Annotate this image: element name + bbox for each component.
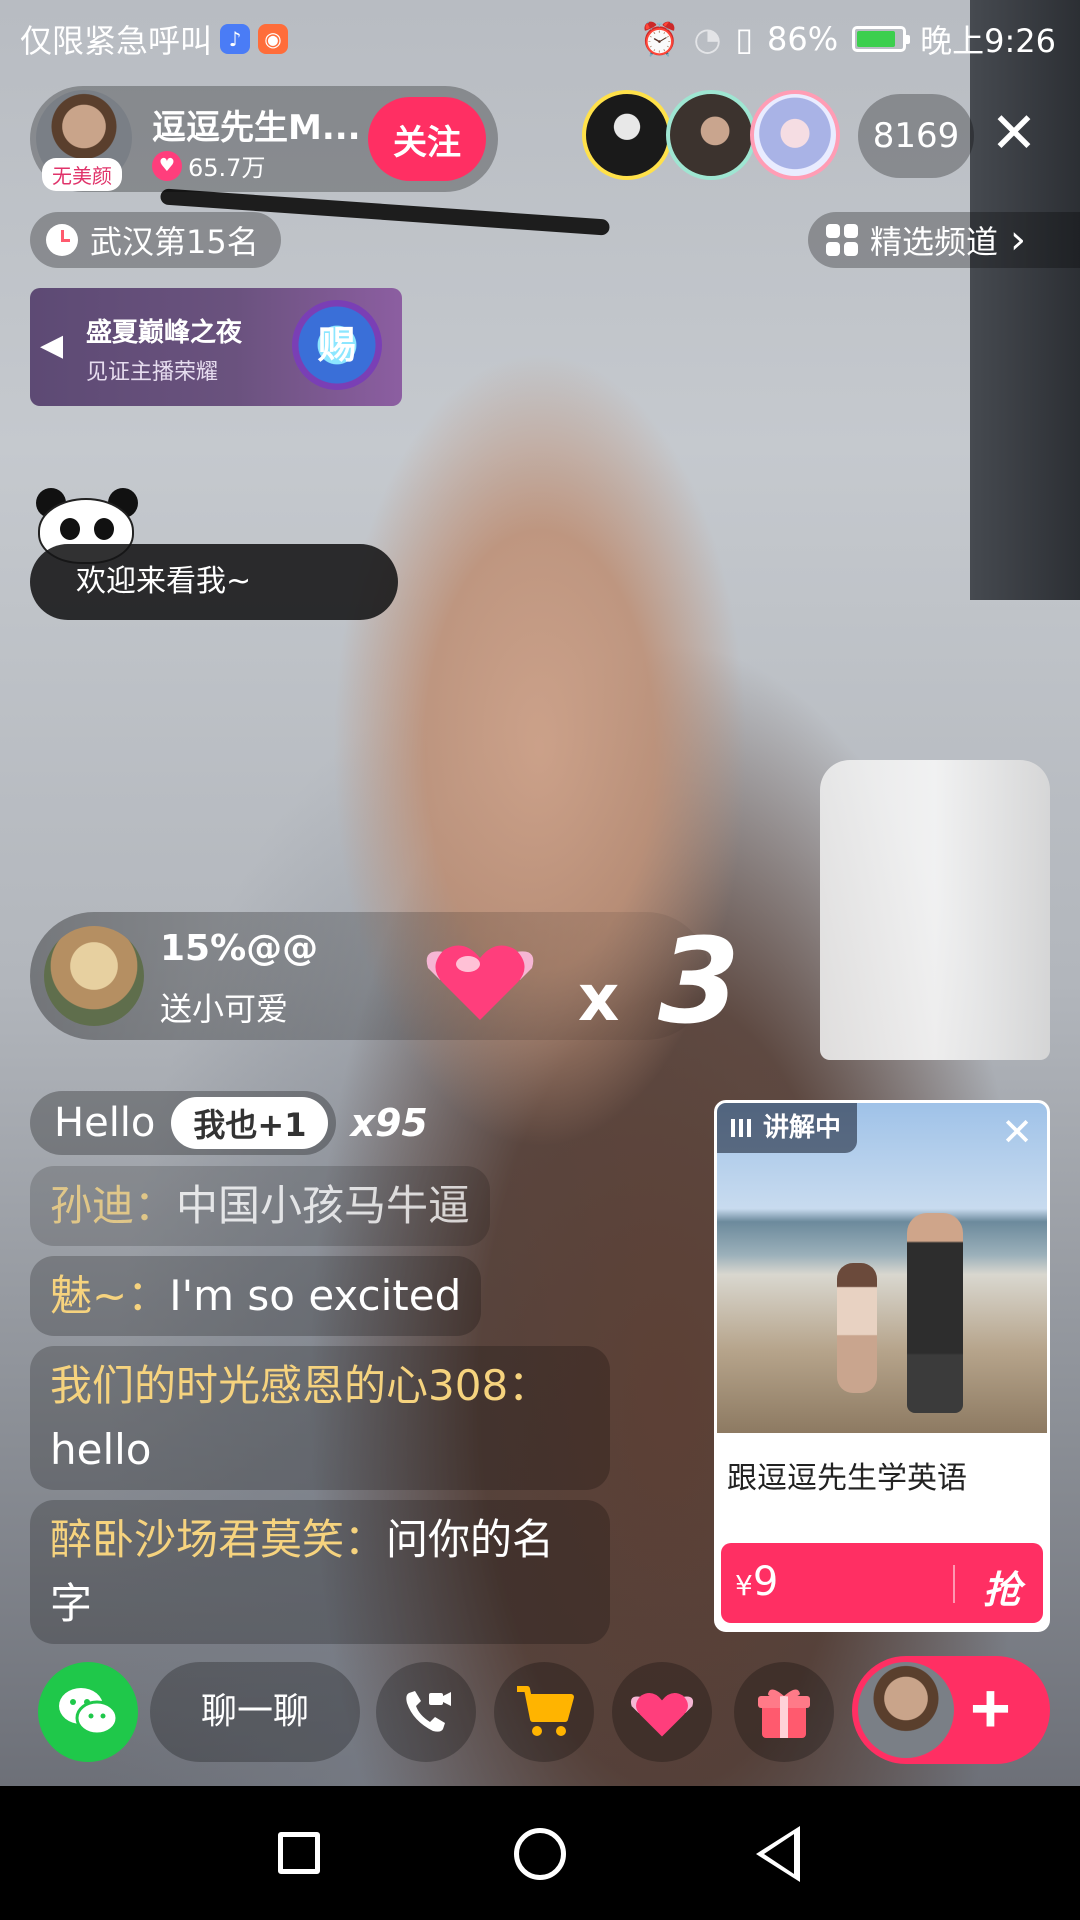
like-gift-button[interactable] xyxy=(612,1662,712,1762)
gift-box-icon xyxy=(758,1689,810,1738)
call-button[interactable] xyxy=(376,1662,476,1762)
chat-message[interactable]: 醉卧沙场君莫笑：问你的名字 xyxy=(30,1500,610,1644)
carrier-text: 仅限紧急呼叫 xyxy=(20,22,213,60)
explaining-badge: 讲解中 xyxy=(717,1103,858,1153)
home-icon[interactable] xyxy=(514,1828,566,1880)
buy-label: 抢 xyxy=(982,1568,1021,1612)
event-banner[interactable]: ◀ 盛夏巅峰之夜 见证主播荣耀 赐 xyxy=(30,288,402,406)
panda-eye xyxy=(60,518,80,540)
chat-message[interactable]: 魅~：I'm so excited xyxy=(30,1256,482,1336)
banner-arrow-icon[interactable]: ◀ xyxy=(40,328,63,363)
gift-combo-count: 3 xyxy=(658,912,741,1050)
product-image-figure xyxy=(907,1213,963,1413)
gift-multiply-sign: x xyxy=(578,962,620,1036)
host-tag-badge: 无美颜 xyxy=(42,158,122,191)
bottom-toolbar: 聊一聊 + xyxy=(0,1654,1080,1764)
chat-username[interactable]: 醉卧沙场君莫笑： xyxy=(50,1515,386,1564)
city-rank-label: 武汉第15名 xyxy=(90,223,259,261)
top-viewers xyxy=(582,90,840,180)
channel-label: 精选频道 xyxy=(870,223,999,261)
chat-message[interactable]: 孙迪：中国小孩马牛逼 xyxy=(30,1166,491,1246)
sim-alert-icon: ▯ xyxy=(735,20,753,58)
chat-username[interactable]: 我们的时光感恩的心308： xyxy=(50,1361,550,1410)
clock-icon xyxy=(46,224,78,256)
quick-reply-row: Hello 我也+1 x95 xyxy=(30,1084,670,1162)
winged-heart-icon xyxy=(630,1693,694,1737)
status-right: ⏰ ◔ ▯ 86% 晚上9:26 xyxy=(640,16,1056,62)
close-icon[interactable]: ✕ xyxy=(1001,1113,1033,1151)
alarm-icon: ⏰ xyxy=(639,20,680,58)
product-price: ¥9 xyxy=(735,1559,778,1605)
wifi-icon: ◔ xyxy=(693,20,722,58)
banner-title: 盛夏巅峰之夜 xyxy=(86,318,243,348)
chat-text: I'm so excited xyxy=(169,1271,462,1320)
product-card[interactable]: 讲解中 ✕ 跟逗逗先生学英语 ¥9 抢 xyxy=(714,1100,1050,1632)
host-likes: ♥ 65.7万 xyxy=(152,148,265,183)
buy-divider xyxy=(953,1565,955,1603)
wechat-icon xyxy=(59,1688,119,1736)
phone-video-icon xyxy=(406,1691,451,1732)
viewer-count[interactable]: 8169 xyxy=(858,94,974,178)
chat-message[interactable]: 我们的时光感恩的心308： hello xyxy=(30,1346,610,1490)
chat-username[interactable]: 孙迪： xyxy=(50,1181,176,1230)
host-info-pill[interactable]: 无美颜 逗逗先生M... ♥ 65.7万 关注 xyxy=(30,86,498,192)
background-wall xyxy=(970,0,1080,600)
close-icon[interactable]: ✕ xyxy=(988,106,1040,162)
chat-input[interactable]: 聊一聊 xyxy=(150,1662,360,1762)
gift-combo-banner: 15%@@ 送小可爱 x 3 xyxy=(30,912,740,1050)
grid-icon xyxy=(826,224,858,256)
weibo-app-icon: ◉ xyxy=(258,24,289,54)
plus-one-button[interactable]: 我也+1 xyxy=(171,1097,329,1149)
host-name[interactable]: 逗逗先生M... xyxy=(152,100,382,149)
follow-button[interactable]: 关注 xyxy=(368,97,486,181)
viewer-avatar[interactable] xyxy=(666,90,756,180)
viewer-avatar[interactable] xyxy=(582,90,672,180)
chat-text: hello xyxy=(50,1425,152,1474)
chevron-right-icon: › xyxy=(1010,217,1027,263)
banner-subtitle: 见证主播荣耀 xyxy=(86,360,219,385)
battery-icon xyxy=(852,26,911,52)
battery-percent: 86% xyxy=(767,20,839,58)
quick-reply-pill: Hello 我也+1 xyxy=(30,1091,337,1155)
gift-action-text: 送小可爱 xyxy=(160,990,289,1028)
featured-channel-button[interactable]: 精选频道 › xyxy=(808,212,1080,268)
buy-button[interactable]: ¥9 抢 xyxy=(721,1543,1043,1623)
cart-icon xyxy=(517,1686,574,1736)
viewer-avatar[interactable] xyxy=(750,90,840,180)
gift-button[interactable] xyxy=(734,1662,834,1762)
back-icon[interactable] xyxy=(756,1826,800,1882)
chat-username[interactable]: 魅~： xyxy=(50,1271,169,1320)
panda-eye xyxy=(94,518,114,540)
status-left: 仅限紧急呼叫 ♪ ◉ xyxy=(20,16,289,62)
chat-text: 中国小孩马牛逼 xyxy=(176,1181,471,1230)
host-add-button[interactable]: + xyxy=(852,1656,1050,1764)
gift-sender-name: 15%@@ xyxy=(160,928,319,969)
heart-icon: ♥ xyxy=(152,150,182,181)
banner-drum-badge: 赐 xyxy=(292,300,382,390)
price-value: 9 xyxy=(752,1559,779,1605)
currency-symbol: ¥ xyxy=(735,1569,753,1602)
gift-sender-avatar[interactable] xyxy=(44,926,144,1026)
product-image-figure xyxy=(837,1263,877,1393)
battery-fill xyxy=(857,31,896,47)
city-rank-badge[interactable]: 武汉第15名 xyxy=(30,212,281,268)
product-title[interactable]: 跟逗逗先生学英语 xyxy=(727,1453,967,1497)
shopping-cart-button[interactable] xyxy=(494,1662,594,1762)
quick-reply-text: Hello xyxy=(54,1100,156,1146)
winged-heart-gift-icon xyxy=(426,945,534,1020)
host-likes-count: 65.7万 xyxy=(188,154,266,182)
audio-bars-icon xyxy=(731,1119,751,1137)
music-app-icon: ♪ xyxy=(220,24,251,54)
recent-apps-icon[interactable] xyxy=(278,1832,320,1874)
chat-feed: Hello 我也+1 x95 孙迪：中国小孩马牛逼 魅~：I'm so exci… xyxy=(30,1084,670,1654)
welcome-message: 欢迎来看我~ xyxy=(30,544,398,620)
clock-time: 晚上9:26 xyxy=(920,22,1056,60)
quick-reply-multiplier: x95 xyxy=(350,1101,428,1145)
status-bar: 仅限紧急呼叫 ♪ ◉ ⏰ ◔ ▯ 86% 晚上9:26 xyxy=(0,0,1080,72)
explaining-label: 讲解中 xyxy=(763,1113,842,1143)
system-navigation-bar xyxy=(0,1786,1080,1920)
wechat-share-button[interactable] xyxy=(38,1662,138,1762)
plus-icon: + xyxy=(970,1669,1011,1747)
host-mini-avatar xyxy=(858,1662,954,1758)
